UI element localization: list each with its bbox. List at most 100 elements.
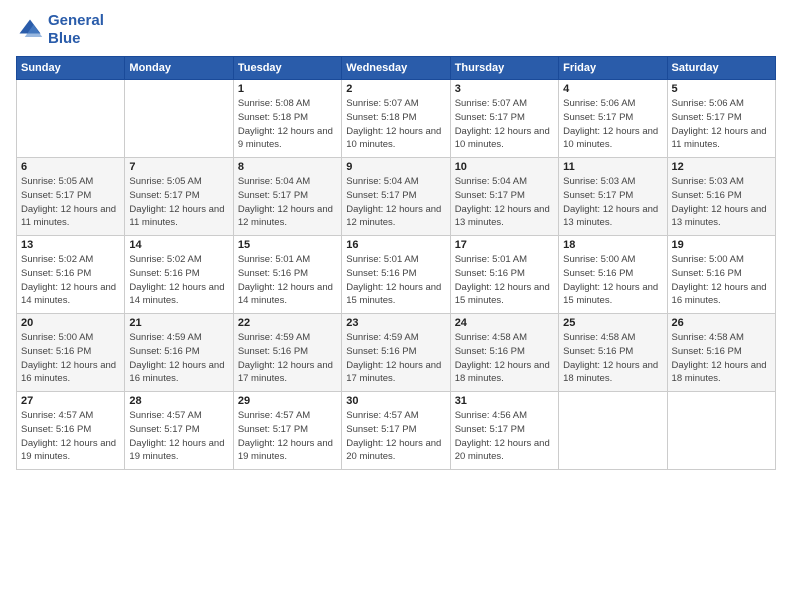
calendar-cell: 19 Sunrise: 5:00 AMSunset: 5:16 PMDayligh… (667, 236, 775, 314)
day-detail: Sunrise: 5:00 AMSunset: 5:16 PMDaylight:… (563, 253, 662, 308)
calendar-cell: 7 Sunrise: 5:05 AMSunset: 5:17 PMDaylight… (125, 158, 233, 236)
day-header-sunday: Sunday (17, 57, 125, 80)
calendar-cell: 1 Sunrise: 5:08 AMSunset: 5:18 PMDaylight… (233, 80, 341, 158)
day-detail: Sunrise: 5:01 AMSunset: 5:16 PMDaylight:… (455, 253, 554, 308)
day-number: 26 (672, 317, 771, 329)
day-header-thursday: Thursday (450, 57, 558, 80)
calendar-cell (125, 80, 233, 158)
day-number: 21 (129, 317, 228, 329)
day-detail: Sunrise: 5:05 AMSunset: 5:17 PMDaylight:… (129, 175, 228, 230)
day-detail: Sunrise: 4:58 AMSunset: 5:16 PMDaylight:… (563, 331, 662, 386)
day-detail: Sunrise: 5:03 AMSunset: 5:17 PMDaylight:… (563, 175, 662, 230)
day-detail: Sunrise: 5:03 AMSunset: 5:16 PMDaylight:… (672, 175, 771, 230)
day-detail: Sunrise: 5:02 AMSunset: 5:16 PMDaylight:… (129, 253, 228, 308)
day-number: 15 (238, 239, 337, 251)
day-detail: Sunrise: 5:07 AMSunset: 5:18 PMDaylight:… (346, 97, 445, 152)
day-number: 18 (563, 239, 662, 251)
day-detail: Sunrise: 4:57 AMSunset: 5:16 PMDaylight:… (21, 409, 120, 464)
day-number: 5 (672, 83, 771, 95)
day-number: 30 (346, 395, 445, 407)
calendar-week-2: 6 Sunrise: 5:05 AMSunset: 5:17 PMDaylight… (17, 158, 776, 236)
calendar-cell: 4 Sunrise: 5:06 AMSunset: 5:17 PMDaylight… (559, 80, 667, 158)
day-detail: Sunrise: 5:07 AMSunset: 5:17 PMDaylight:… (455, 97, 554, 152)
calendar-cell: 31 Sunrise: 4:56 AMSunset: 5:17 PMDayligh… (450, 392, 558, 470)
day-number: 16 (346, 239, 445, 251)
day-number: 2 (346, 83, 445, 95)
calendar-cell: 6 Sunrise: 5:05 AMSunset: 5:17 PMDaylight… (17, 158, 125, 236)
day-number: 9 (346, 161, 445, 173)
day-detail: Sunrise: 5:01 AMSunset: 5:16 PMDaylight:… (238, 253, 337, 308)
calendar-cell: 10 Sunrise: 5:04 AMSunset: 5:17 PMDayligh… (450, 158, 558, 236)
calendar-cell (559, 392, 667, 470)
day-number: 29 (238, 395, 337, 407)
day-detail: Sunrise: 5:00 AMSunset: 5:16 PMDaylight:… (672, 253, 771, 308)
calendar-cell: 13Sunrise: 5:02 AMSunset: 5:16 PMDayligh… (17, 236, 125, 314)
day-number: 10 (455, 161, 554, 173)
day-detail: Sunrise: 4:57 AMSunset: 5:17 PMDaylight:… (129, 409, 228, 464)
calendar-cell: 30Sunrise: 4:57 AMSunset: 5:17 PMDayligh… (342, 392, 450, 470)
day-detail: Sunrise: 5:00 AMSunset: 5:16 PMDaylight:… (21, 331, 120, 386)
calendar-header-row: SundayMondayTuesdayWednesdayThursdayFrid… (17, 57, 776, 80)
day-detail: Sunrise: 5:06 AMSunset: 5:17 PMDaylight:… (672, 97, 771, 152)
day-header-saturday: Saturday (667, 57, 775, 80)
day-detail: Sunrise: 5:06 AMSunset: 5:17 PMDaylight:… (563, 97, 662, 152)
day-detail: Sunrise: 5:02 AMSunset: 5:16 PMDaylight:… (21, 253, 120, 308)
day-number: 7 (129, 161, 228, 173)
calendar-cell: 11Sunrise: 5:03 AMSunset: 5:17 PMDayligh… (559, 158, 667, 236)
calendar-cell: 26Sunrise: 4:58 AMSunset: 5:16 PMDayligh… (667, 314, 775, 392)
day-detail: Sunrise: 4:56 AMSunset: 5:17 PMDaylight:… (455, 409, 554, 464)
calendar-cell: 25 Sunrise: 4:58 AMSunset: 5:16 PMDayligh… (559, 314, 667, 392)
day-number: 28 (129, 395, 228, 407)
calendar-week-5: 27 Sunrise: 4:57 AMSunset: 5:16 PMDayligh… (17, 392, 776, 470)
day-number: 23 (346, 317, 445, 329)
calendar-table: SundayMondayTuesdayWednesdayThursdayFrid… (16, 56, 776, 470)
day-header-monday: Monday (125, 57, 233, 80)
calendar-cell: 15 Sunrise: 5:01 AMSunset: 5:16 PMDayligh… (233, 236, 341, 314)
calendar-cell: 3 Sunrise: 5:07 AMSunset: 5:17 PMDaylight… (450, 80, 558, 158)
day-detail: Sunrise: 4:59 AMSunset: 5:16 PMDaylight:… (238, 331, 337, 386)
calendar-cell: 21 Sunrise: 4:59 AMSunset: 5:16 PMDayligh… (125, 314, 233, 392)
calendar-cell: 28 Sunrise: 4:57 AMSunset: 5:17 PMDayligh… (125, 392, 233, 470)
day-number: 24 (455, 317, 554, 329)
calendar-cell: 24 Sunrise: 4:58 AMSunset: 5:16 PMDayligh… (450, 314, 558, 392)
calendar-cell: 20Sunrise: 5:00 AMSunset: 5:16 PMDayligh… (17, 314, 125, 392)
calendar-cell: 18 Sunrise: 5:00 AMSunset: 5:16 PMDayligh… (559, 236, 667, 314)
calendar-cell: 9Sunrise: 5:04 AMSunset: 5:17 PMDaylight… (342, 158, 450, 236)
calendar-cell: 17 Sunrise: 5:01 AMSunset: 5:16 PMDayligh… (450, 236, 558, 314)
calendar-cell (17, 80, 125, 158)
day-number: 12 (672, 161, 771, 173)
calendar-cell: 29Sunrise: 4:57 AMSunset: 5:17 PMDayligh… (233, 392, 341, 470)
day-number: 19 (672, 239, 771, 251)
calendar-cell: 5 Sunrise: 5:06 AMSunset: 5:17 PMDaylight… (667, 80, 775, 158)
day-number: 31 (455, 395, 554, 407)
day-number: 4 (563, 83, 662, 95)
header: General Blue (16, 12, 776, 48)
day-number: 3 (455, 83, 554, 95)
logo-text: General Blue (48, 12, 104, 48)
calendar-cell: 14Sunrise: 5:02 AMSunset: 5:16 PMDayligh… (125, 236, 233, 314)
calendar-week-3: 13Sunrise: 5:02 AMSunset: 5:16 PMDayligh… (17, 236, 776, 314)
day-detail: Sunrise: 4:58 AMSunset: 5:16 PMDaylight:… (455, 331, 554, 386)
day-header-wednesday: Wednesday (342, 57, 450, 80)
calendar-week-1: 1 Sunrise: 5:08 AMSunset: 5:18 PMDaylight… (17, 80, 776, 158)
logo: General Blue (16, 12, 104, 48)
calendar-week-4: 20Sunrise: 5:00 AMSunset: 5:16 PMDayligh… (17, 314, 776, 392)
logo-icon (16, 16, 44, 44)
day-number: 27 (21, 395, 120, 407)
calendar-page: General Blue SundayMondayTuesdayWednesda… (0, 0, 792, 612)
calendar-cell (667, 392, 775, 470)
day-number: 25 (563, 317, 662, 329)
day-detail: Sunrise: 5:04 AMSunset: 5:17 PMDaylight:… (455, 175, 554, 230)
day-detail: Sunrise: 4:59 AMSunset: 5:16 PMDaylight:… (129, 331, 228, 386)
day-number: 22 (238, 317, 337, 329)
calendar-cell: 8 Sunrise: 5:04 AMSunset: 5:17 PMDaylight… (233, 158, 341, 236)
day-number: 8 (238, 161, 337, 173)
day-detail: Sunrise: 5:08 AMSunset: 5:18 PMDaylight:… (238, 97, 337, 152)
day-number: 17 (455, 239, 554, 251)
day-header-friday: Friday (559, 57, 667, 80)
day-detail: Sunrise: 5:05 AMSunset: 5:17 PMDaylight:… (21, 175, 120, 230)
day-number: 6 (21, 161, 120, 173)
day-detail: Sunrise: 4:59 AMSunset: 5:16 PMDaylight:… (346, 331, 445, 386)
day-detail: Sunrise: 5:04 AMSunset: 5:17 PMDaylight:… (238, 175, 337, 230)
day-number: 1 (238, 83, 337, 95)
